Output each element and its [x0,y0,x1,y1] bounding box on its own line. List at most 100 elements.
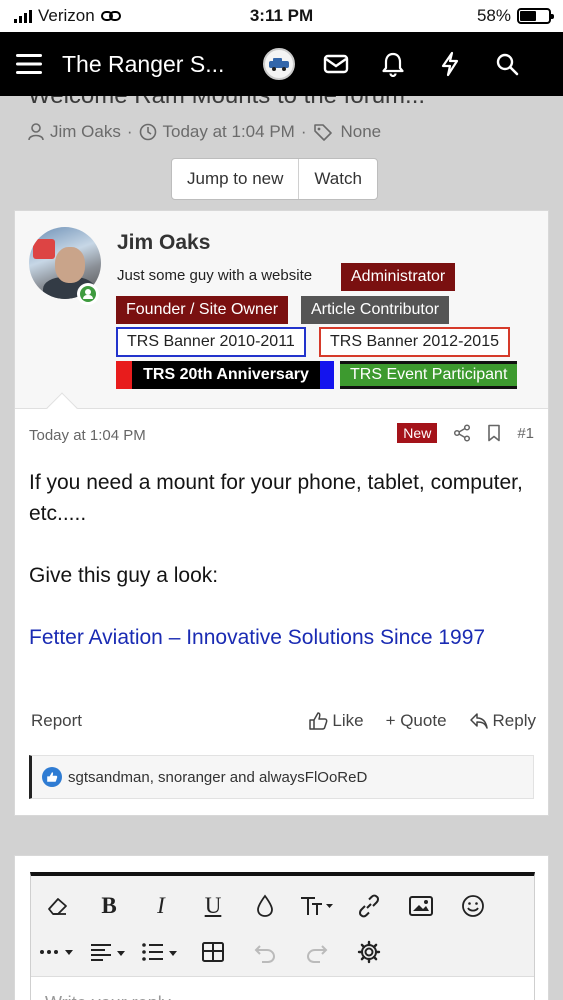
quote-button[interactable]: + Quote [386,711,447,731]
bold-icon: B [101,893,117,918]
badge-article-contributor: Article Contributor [301,296,450,324]
reply-label: Reply [492,711,536,730]
thread-title: Welcome Ram Mounts to the forum... [28,96,425,110]
reply-arrow-icon [469,713,488,729]
mail-icon [323,54,348,74]
bold-button[interactable]: B [83,884,135,928]
reply-card: B I U [14,855,549,1000]
battery-percent: 58% [476,6,511,25]
battery-icon [517,8,554,24]
insert-image-button[interactable] [395,884,447,928]
font-size-button[interactable] [291,884,343,928]
image-icon [409,896,433,916]
table-icon [202,942,224,962]
eraser-icon [48,898,67,915]
menu-icon[interactable] [14,52,44,76]
reply-button[interactable]: Reply [469,711,536,731]
share-icon[interactable] [453,424,471,442]
thread-header: Welcome Ram Mounts to the forum... Jim O… [0,96,563,214]
bookmark-icon[interactable] [487,424,501,442]
post-text-line: If you need a mount for your phone, tabl… [29,471,523,525]
text-color-button[interactable] [239,884,291,928]
status-bar: Verizon 3:11 PM 58% [0,0,563,32]
like-reaction-icon [42,767,62,787]
post-username[interactable]: Jim Oaks [117,231,210,255]
badge-banner-2010: TRS Banner 2010-2011 [116,327,306,357]
post-card: Jim Oaks Just some guy with a website Ad… [14,210,549,816]
badge-administrator: Administrator [341,263,456,291]
report-link[interactable]: Report [31,711,82,731]
thread-meta: Jim Oaks · Today at 1:04 PM · None [28,122,381,142]
more-options-button[interactable] [31,930,83,974]
post-body: If you need a mount for your phone, tabl… [29,467,529,653]
reply-input[interactable]: Write your reply... [31,976,534,1000]
editor-settings-button[interactable] [343,930,395,974]
like-button[interactable]: Like [308,711,364,731]
inbox-button[interactable] [307,44,364,84]
post-date[interactable]: Today at 1:04 PM [29,427,146,444]
meta-separator: · [300,122,307,141]
badge-founder: Founder / Site Owner [116,296,289,324]
undo-button[interactable] [239,930,291,974]
user-icon [28,123,44,141]
smiley-icon [462,895,484,917]
post-footer-actions: Like + Quote Reply [308,711,536,731]
font-size-icon [301,897,333,915]
thread-date[interactable]: Today at 1:04 PM [163,122,295,142]
list-button[interactable] [135,930,187,974]
underline-button[interactable]: U [187,884,239,928]
nav-icons [250,44,535,84]
bell-icon [381,52,404,77]
align-left-icon [91,944,125,961]
list-icon [142,943,177,961]
whats-new-button[interactable] [421,44,478,84]
alerts-button[interactable] [364,44,421,84]
external-link[interactable]: Fetter Aviation – Innovative Solutions S… [29,626,485,649]
thumbs-up-icon [309,712,328,730]
jump-to-new-button[interactable]: Jump to new [172,159,298,199]
insert-link-button[interactable] [343,884,395,928]
quote-label: + Quote [385,711,447,730]
online-status-icon [77,283,99,305]
lightning-icon [441,51,458,77]
italic-button[interactable]: I [135,884,187,928]
undo-icon [254,945,276,963]
underline-icon: U [204,893,222,918]
clear-formatting-button[interactable] [31,884,83,928]
meta-separator: · [126,122,133,141]
search-icon [496,53,518,76]
thread-button-group: Jump to new Watch [171,158,378,200]
status-right: 58% [476,6,554,26]
insert-table-button[interactable] [187,930,239,974]
post-user-block: Jim Oaks Just some guy with a website Ad… [15,211,548,424]
badge-20th-anniversary: TRS 20th Anniversary [116,361,334,389]
thread-author[interactable]: Jim Oaks [50,122,121,142]
site-logo-button[interactable] [250,44,307,84]
tags-icon [313,124,332,141]
clock-icon [139,123,156,141]
align-button[interactable] [83,930,135,974]
carrier-label: Verizon [38,6,95,25]
droplet-icon [257,894,273,917]
gear-icon [357,940,381,964]
post-top-actions: New #1 [397,423,534,443]
watch-button[interactable]: Watch [298,159,377,199]
search-button[interactable] [478,44,535,84]
hotspot-link-icon [100,11,121,21]
redo-button[interactable] [291,930,343,974]
italic-icon: I [157,893,165,918]
site-title[interactable]: The Ranger S... [62,51,232,78]
post-footer: Report Like + Quote Reply [31,711,536,731]
reactions-bar[interactable]: sgtsandman, snoranger and alwaysFlOoReD [29,755,534,799]
reactions-users[interactable]: sgtsandman, snoranger and alwaysFlOoReD [68,769,367,786]
badge-banner-2012: TRS Banner 2012-2015 [319,327,510,357]
post-number[interactable]: #1 [517,425,534,442]
emoji-button[interactable] [447,884,499,928]
site-logo-icon [262,48,295,80]
rich-text-editor: B I U [30,872,535,1000]
redo-icon [306,945,328,963]
status-left: Verizon [14,6,121,26]
thread-tags: None [340,122,382,141]
user-title: Just some guy with a website [117,267,313,284]
new-badge: New [397,423,438,443]
